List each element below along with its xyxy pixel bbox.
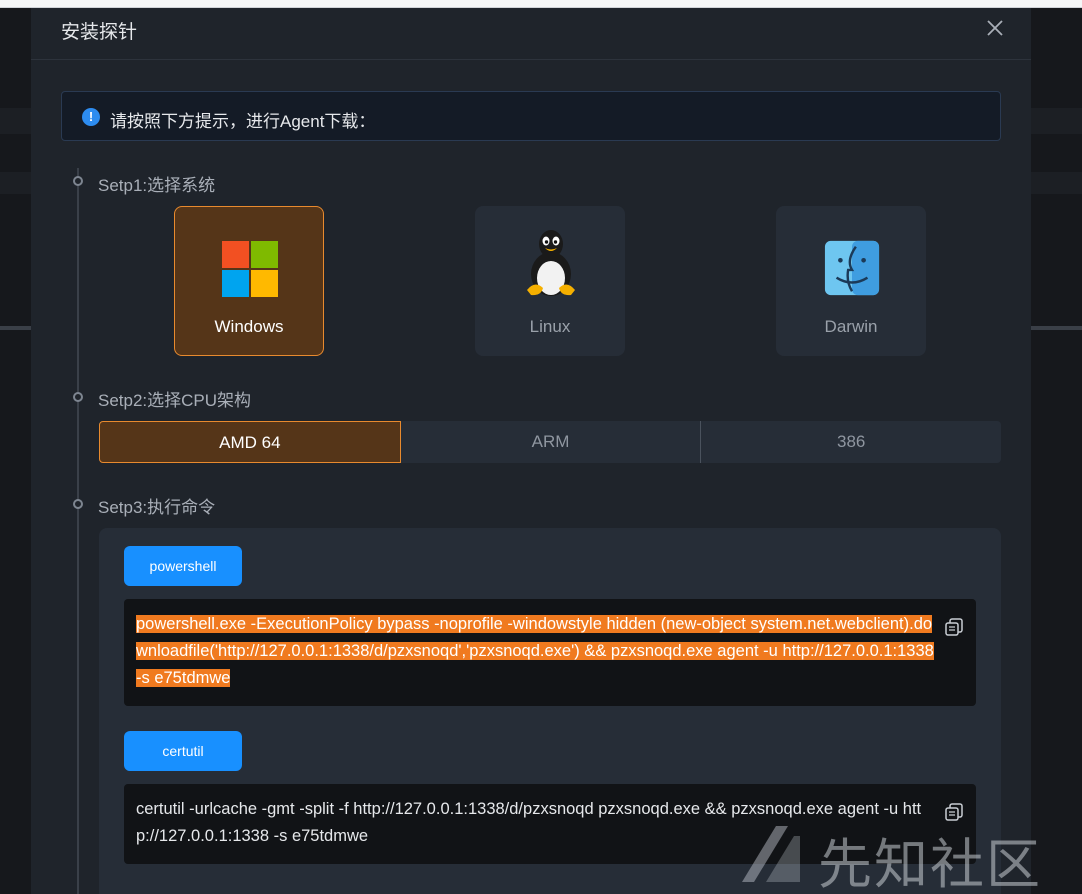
step1-label: Setp1:选择系统 bbox=[98, 176, 216, 195]
step1-dot bbox=[73, 176, 83, 186]
cpu-option-arm[interactable]: ARM bbox=[401, 421, 702, 463]
notice-text: 请按照下方提示，进行Agent下载： bbox=[110, 112, 376, 131]
browser-top-edge bbox=[0, 0, 1082, 8]
os-label: Linux bbox=[529, 317, 571, 336]
powershell-command-text[interactable]: powershell.exe -ExecutionPolicy bypass -… bbox=[136, 611, 936, 692]
step3-label: Setp3:执行命令 bbox=[98, 498, 216, 517]
close-button[interactable] bbox=[985, 18, 1005, 38]
os-label: Darwin bbox=[824, 317, 878, 336]
os-option-windows[interactable]: Windows bbox=[174, 206, 324, 356]
windows-icon bbox=[222, 241, 278, 297]
step2-dot bbox=[73, 392, 83, 402]
powershell-command-box[interactable]: powershell.exe -ExecutionPolicy bypass -… bbox=[124, 599, 976, 706]
info-icon: ! bbox=[82, 108, 100, 126]
certutil-tag[interactable]: certutil bbox=[124, 731, 242, 771]
watermark-logo-icon bbox=[742, 826, 800, 882]
site-watermark: 先知社区 bbox=[736, 818, 1076, 894]
watermark-text: 先知社区 bbox=[818, 833, 1042, 894]
cpu-option-386[interactable]: 386 bbox=[701, 421, 1001, 463]
os-option-darwin[interactable]: Darwin bbox=[776, 206, 926, 356]
step3-dot bbox=[73, 499, 83, 509]
info-notice: ! 请按照下方提示，进行Agent下载： bbox=[61, 91, 1001, 141]
cpu-option-amd64[interactable]: AMD 64 bbox=[99, 421, 401, 463]
powershell-tag[interactable]: powershell bbox=[124, 546, 242, 586]
install-probe-modal: 安装探针 ! 请按照下方提示，进行Agent下载： Setp1:选择系统 Win… bbox=[31, 8, 1031, 894]
close-icon bbox=[987, 20, 1003, 36]
linux-icon bbox=[527, 230, 575, 296]
step2-label: Setp2:选择CPU架构 bbox=[98, 391, 252, 410]
os-label: Windows bbox=[214, 317, 284, 336]
steps-timeline bbox=[77, 168, 79, 894]
cpu-arch-selector: AMD 64 ARM 386 bbox=[99, 421, 1001, 463]
os-option-linux[interactable]: Linux bbox=[475, 206, 625, 356]
modal-title: 安装探针 bbox=[61, 22, 138, 43]
copy-icon[interactable] bbox=[944, 617, 964, 637]
darwin-icon bbox=[824, 240, 880, 296]
modal-header: 安装探针 bbox=[31, 8, 1031, 60]
